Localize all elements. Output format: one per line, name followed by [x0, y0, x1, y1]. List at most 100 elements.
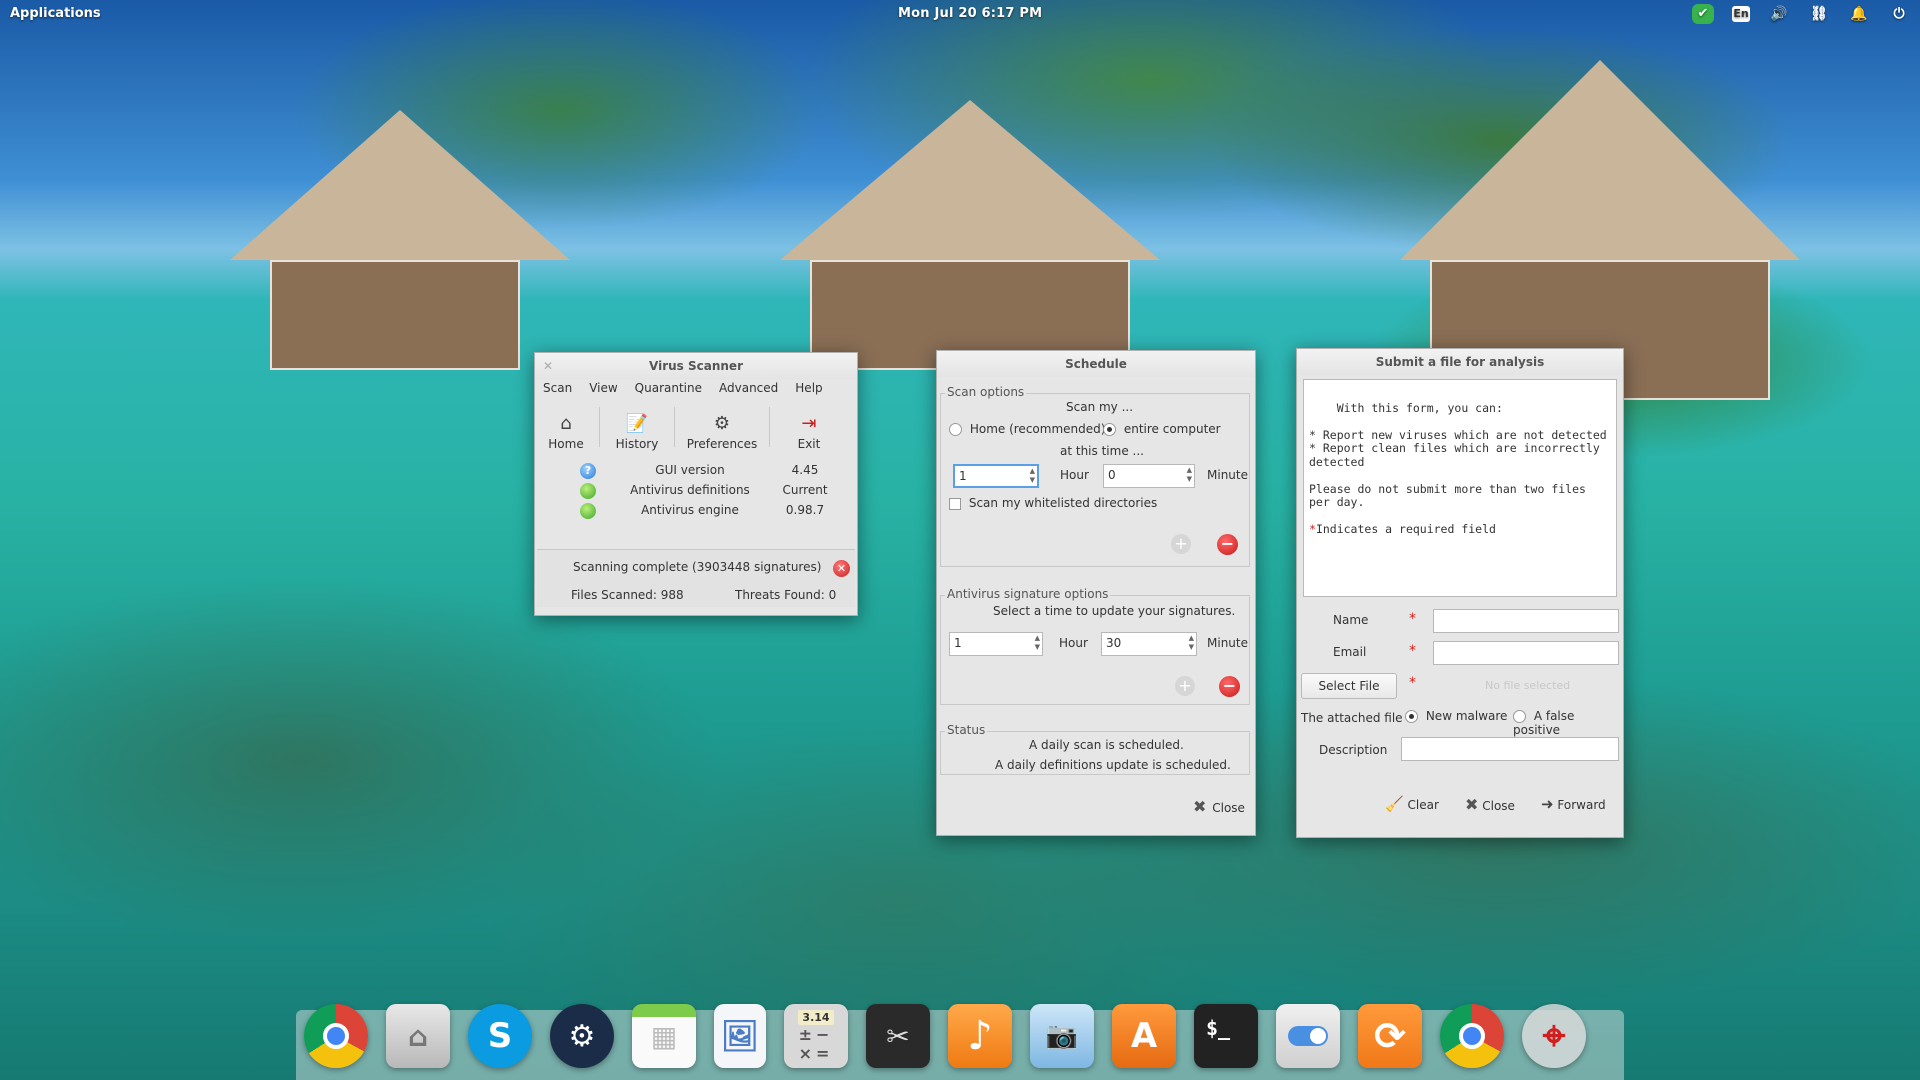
info-row-engine: Antivirus engine 0.98.7: [535, 503, 857, 523]
image-viewer-icon[interactable]: 📷: [1030, 1004, 1094, 1068]
spin-arrows-icon[interactable]: ▲▼: [1030, 467, 1035, 485]
antivirus-shield-icon[interactable]: ✔: [1692, 4, 1714, 24]
version-info: ? GUI version 4.45 Antivirus definitions…: [535, 453, 857, 549]
home-button[interactable]: ⌂ Home: [541, 403, 591, 451]
toolbar-separator: [674, 407, 675, 447]
clock[interactable]: Mon Jul 20 6:17 PM: [898, 6, 1042, 21]
scan-status-text: Scanning complete (3903448 signatures): [573, 560, 821, 574]
threats-found: Threats Found: 0: [735, 588, 836, 602]
history-button[interactable]: 📝 History: [608, 403, 666, 451]
info-row-gui-version: ? GUI version 4.45: [535, 463, 857, 483]
clear-button[interactable]: 🧹 Clear: [1385, 795, 1439, 813]
menu-advanced[interactable]: Advanced: [719, 381, 778, 401]
select-file-button[interactable]: Select File: [1301, 673, 1397, 699]
dismiss-status-icon[interactable]: ✕: [833, 560, 850, 577]
spin-arrows-icon[interactable]: ▲▼: [1035, 634, 1040, 652]
window-title: Virus Scanner: [649, 359, 743, 373]
add-update-icon[interactable]: +: [1175, 676, 1195, 696]
app-center-icon[interactable]: A: [1112, 1004, 1176, 1068]
info-text-area[interactable]: With this form, you can: * Report new vi…: [1303, 379, 1617, 597]
radio-button[interactable]: [1103, 423, 1116, 436]
window-titlebar[interactable]: Schedule: [937, 351, 1255, 377]
close-button[interactable]: ✖ Close: [1465, 795, 1515, 814]
skype-icon[interactable]: S: [468, 1004, 532, 1068]
terminal-icon[interactable]: $_: [1194, 1004, 1258, 1068]
new-malware-radio[interactable]: New malware: [1405, 709, 1507, 723]
menu-view[interactable]: View: [589, 381, 617, 401]
preferences-icon: ⚙: [714, 414, 730, 434]
files-icon[interactable]: ⌂: [386, 1004, 450, 1068]
sig-hour-spinner[interactable]: 1 ▲▼: [949, 632, 1043, 656]
chrome-icon[interactable]: [304, 1004, 368, 1068]
steam-icon[interactable]: ⚙: [550, 1004, 614, 1068]
window-title: Submit a file for analysis: [1376, 355, 1545, 369]
spreadsheet-icon[interactable]: ▦: [632, 1004, 696, 1068]
close-button[interactable]: ✖ Close: [1193, 797, 1245, 816]
home-radio[interactable]: Home (recommended): [949, 422, 1105, 436]
radio-button[interactable]: [949, 423, 962, 436]
status-ok-icon: [580, 483, 596, 499]
name-field[interactable]: [1433, 609, 1619, 633]
selected-file-label: No file selected: [1485, 679, 1570, 692]
sig-minute-spinner[interactable]: 30 ▲▼: [1101, 632, 1197, 656]
status-group: Status A daily scan is scheduled. A dail…: [940, 731, 1250, 775]
signature-options-group: Antivirus signature options Select a tim…: [940, 595, 1250, 705]
forward-button[interactable]: ➜ Forward: [1541, 795, 1606, 813]
update-icon[interactable]: ⟳: [1358, 1004, 1422, 1068]
whitelist-checkbox[interactable]: Scan my whitelisted directories: [949, 496, 1157, 510]
calculator-icon[interactable]: 3.14 ±−×=: [784, 1004, 848, 1068]
preferences-button[interactable]: ⚙ Preferences: [683, 403, 761, 451]
document-viewer-icon[interactable]: 🖼: [714, 1004, 766, 1068]
screenshot-icon[interactable]: ✂: [866, 1004, 930, 1068]
spin-arrows-icon[interactable]: ▲▼: [1189, 634, 1194, 652]
toolbar-separator: [769, 407, 770, 447]
menu-scan[interactable]: Scan: [543, 381, 572, 401]
power-icon[interactable]: ⏻: [1888, 4, 1910, 24]
clamtk-crosshair-icon[interactable]: ⌖: [1522, 1004, 1586, 1068]
window-titlebar[interactable]: Submit a file for analysis: [1297, 349, 1623, 375]
scan-status-panel: Scanning complete (3903448 signatures) ✕…: [537, 549, 855, 607]
switchboard-icon[interactable]: [1276, 1004, 1340, 1068]
help-icon[interactable]: ?: [580, 463, 596, 479]
window-titlebar[interactable]: ✕ Virus Scanner: [535, 353, 857, 379]
notifications-bell-icon[interactable]: 🔔: [1848, 4, 1870, 24]
toolbar: ⌂ Home 📝 History ⚙ Preferences ⇥ Exit: [535, 401, 857, 453]
scan-options-group: Scan options Scan my ... Home (recommend…: [940, 393, 1250, 567]
info-row-definitions: Antivirus definitions Current: [535, 483, 857, 503]
required-marker: *: [1409, 675, 1416, 691]
menu-help[interactable]: Help: [795, 381, 822, 401]
false-positive-radio[interactable]: A false positive: [1513, 709, 1623, 737]
volume-icon[interactable]: 🔊: [1768, 4, 1790, 24]
required-marker: *: [1409, 611, 1416, 627]
required-marker: *: [1409, 643, 1416, 659]
close-icon: ✖: [1193, 797, 1206, 816]
network-icon[interactable]: ⛓: [1808, 4, 1830, 24]
scan-minute-spinner[interactable]: 0 ▲▼: [1103, 464, 1195, 488]
dock-icons: ⌂ S ⚙ ▦ 🖼 3.14 ±−×= ✂ ♪ 📷 A $_ ⟳ ⌖: [304, 1004, 1586, 1068]
entire-computer-radio[interactable]: entire computer: [1103, 422, 1221, 436]
home-icon: ⌂: [560, 414, 571, 434]
email-field[interactable]: [1433, 641, 1619, 665]
applications-menu[interactable]: Applications: [10, 6, 101, 21]
spin-arrows-icon[interactable]: ▲▼: [1187, 466, 1192, 484]
exit-button[interactable]: ⇥ Exit: [778, 403, 840, 451]
description-field[interactable]: [1401, 737, 1619, 761]
schedule-window: Schedule Scan options Scan my ... Home (…: [936, 350, 1256, 836]
close-window-icon[interactable]: ✕: [543, 353, 553, 379]
scan-hour-spinner[interactable]: 1 ▲▼: [953, 464, 1039, 488]
files-scanned: Files Scanned: 988: [571, 588, 684, 602]
broom-icon: 🧹: [1385, 795, 1404, 813]
keyboard-layout-indicator[interactable]: En: [1732, 6, 1750, 22]
menu-quarantine[interactable]: Quarantine: [635, 381, 702, 401]
exit-icon: ⇥: [801, 414, 816, 434]
virus-scanner-window: ✕ Virus Scanner Scan View Quarantine Adv…: [534, 352, 858, 616]
system-tray: ✔ En 🔊 ⛓ 🔔 ⏻: [1692, 4, 1910, 24]
remove-update-icon[interactable]: −: [1219, 676, 1240, 697]
history-icon: 📝: [626, 414, 648, 434]
chrome-icon[interactable]: [1440, 1004, 1504, 1068]
add-schedule-icon[interactable]: +: [1171, 534, 1191, 554]
remove-schedule-icon[interactable]: −: [1217, 534, 1238, 555]
submit-file-window: Submit a file for analysis With this for…: [1296, 348, 1624, 838]
close-icon: ✖: [1465, 795, 1478, 814]
music-icon[interactable]: ♪: [948, 1004, 1012, 1068]
